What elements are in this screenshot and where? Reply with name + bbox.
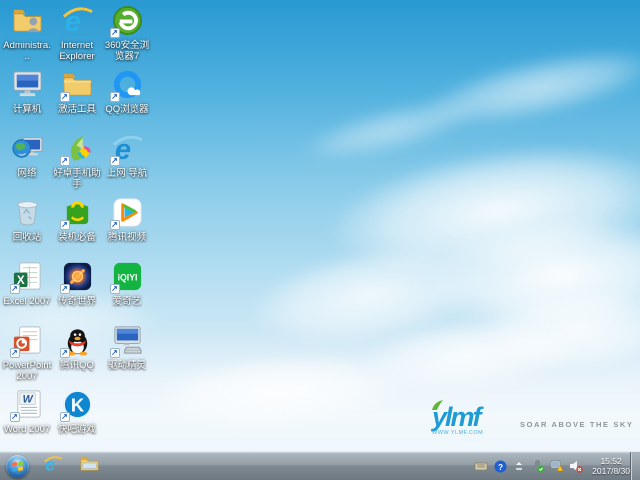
clock-time: 15:52 xyxy=(600,456,622,466)
shortcut-arrow-icon: ↗ xyxy=(59,220,70,230)
start-button[interactable] xyxy=(6,454,29,478)
desktop-icon-internet-explorer[interactable]: e Internet Explorer xyxy=(52,4,102,68)
desktop-icon-haozhuo-phone-assistant[interactable]: ↗ 好卓手机助手 xyxy=(52,132,102,196)
help-icon[interactable]: ? xyxy=(493,459,507,473)
computer-icon xyxy=(11,68,44,101)
shortcut-arrow-icon: ↗ xyxy=(9,284,20,294)
shortcut-arrow-icon: ↗ xyxy=(109,92,120,102)
desktop-icon-activation-tools[interactable]: ↗ 激活工具 xyxy=(52,68,102,132)
shortcut-arrow-icon: ↗ xyxy=(109,220,120,230)
device-ok-icon[interactable] xyxy=(531,459,545,473)
network-icon xyxy=(11,132,44,165)
watermark-tagline: SOAR ABOVE THE SKY xyxy=(520,420,634,429)
svg-text:iQIYI: iQIYI xyxy=(117,272,137,282)
desktop-icon-administrator-folder[interactable]: Administra... xyxy=(2,4,52,68)
shortcut-arrow-icon: ↗ xyxy=(109,156,120,166)
internet-explorer-icon: e xyxy=(61,4,94,37)
desktop-icon-essential-software[interactable]: ↗ 装机必备 xyxy=(52,196,102,260)
folder-icon xyxy=(79,453,100,479)
user-folder-icon xyxy=(11,4,44,37)
taskbar: e ? 15:52 2017/8/30 xyxy=(0,451,640,480)
leaf-icon xyxy=(432,400,443,410)
watermark-url: WWW.YLMF.COM xyxy=(432,430,484,436)
shortcut-arrow-icon: ↗ xyxy=(9,348,20,358)
volume-muted-icon[interactable] xyxy=(569,459,583,473)
shortcut-arrow-icon: ↗ xyxy=(59,412,70,422)
desktop-icon-computer[interactable]: 计算机 xyxy=(2,68,52,132)
clock-date: 2017/8/30 xyxy=(592,466,630,476)
shortcut-arrow-icon: ↗ xyxy=(9,412,20,422)
input-indicator-icon[interactable] xyxy=(474,459,488,473)
recycle-bin-icon xyxy=(11,196,44,229)
cloud xyxy=(416,35,640,140)
shortcut-arrow-icon: ↗ xyxy=(59,156,70,166)
desktop-icon-tencent-qq[interactable]: ↗ 腾讯QQ xyxy=(52,324,102,388)
cloud xyxy=(297,88,483,172)
desktop-icon-grid: Administra... e Internet Explorer ↗ 360安… xyxy=(2,4,152,452)
taskbar-clock[interactable]: 15:52 2017/8/30 xyxy=(592,456,630,476)
desktop-icon-driver-genius[interactable]: ↗ 驱动精灵 xyxy=(102,324,152,388)
desktop-icon-powerpoint-2007[interactable]: ↗ PowerPoint 2007 xyxy=(2,324,52,388)
desktop-icon-chuanqi-shijie[interactable]: ↗ 传奇世界 xyxy=(52,260,102,324)
desktop-icon-web-navigation[interactable]: e ↗ 上网 导航 xyxy=(102,132,152,196)
taskbar-internet-explorer-button[interactable]: e xyxy=(41,454,65,478)
svg-text:W: W xyxy=(22,394,33,406)
shortcut-arrow-icon: ↗ xyxy=(59,284,70,294)
shortcut-arrow-icon: ↗ xyxy=(109,348,120,358)
desktop-icon-360-browser[interactable]: ↗ 360安全浏览器7 xyxy=(102,4,152,68)
desktop-icon-recycle-bin[interactable]: 回收站 xyxy=(2,196,52,260)
internet-explorer-icon: e xyxy=(43,454,63,479)
svg-text:?: ? xyxy=(498,461,503,471)
shortcut-arrow-icon: ↗ xyxy=(109,28,120,38)
shortcut-arrow-icon: ↗ xyxy=(59,348,70,358)
cloud xyxy=(323,126,640,294)
network-warning-icon[interactable] xyxy=(550,459,564,473)
desktop-icon-word-2007[interactable]: W ↗ Word 2007 xyxy=(2,388,52,452)
cloud xyxy=(425,208,640,342)
show-hidden-icons-button[interactable] xyxy=(512,459,526,473)
desktop-icon-network[interactable]: 网络 xyxy=(2,132,52,196)
shortcut-arrow-icon: ↗ xyxy=(109,284,120,294)
desktop-icon-kuaiba-games[interactable]: K ↗ 快吧游戏 xyxy=(52,388,102,452)
taskbar-explorer-button[interactable] xyxy=(77,454,101,478)
desktop-icon-iqiyi[interactable]: iQIYI ↗ 爱奇艺 xyxy=(102,260,152,324)
desktop-icon-qq-browser[interactable]: ↗ QQ浏览器 xyxy=(102,68,152,132)
ylmf-watermark: ylmf SOAR ABOVE THE SKY WWW.YLMF.COM xyxy=(432,400,634,436)
desktop-wallpaper[interactable]: ylmf SOAR ABOVE THE SKY WWW.YLMF.COM Adm… xyxy=(0,0,640,480)
svg-text:K: K xyxy=(70,394,84,415)
desktop-icon-excel-2007[interactable]: X ↗ Excel 2007 xyxy=(2,260,52,324)
desktop-icon-tencent-video[interactable]: ↗ 腾讯视频 xyxy=(102,196,152,260)
show-desktop-button[interactable] xyxy=(630,452,640,480)
windows-logo-icon xyxy=(12,460,23,472)
shortcut-arrow-icon: ↗ xyxy=(59,92,70,102)
